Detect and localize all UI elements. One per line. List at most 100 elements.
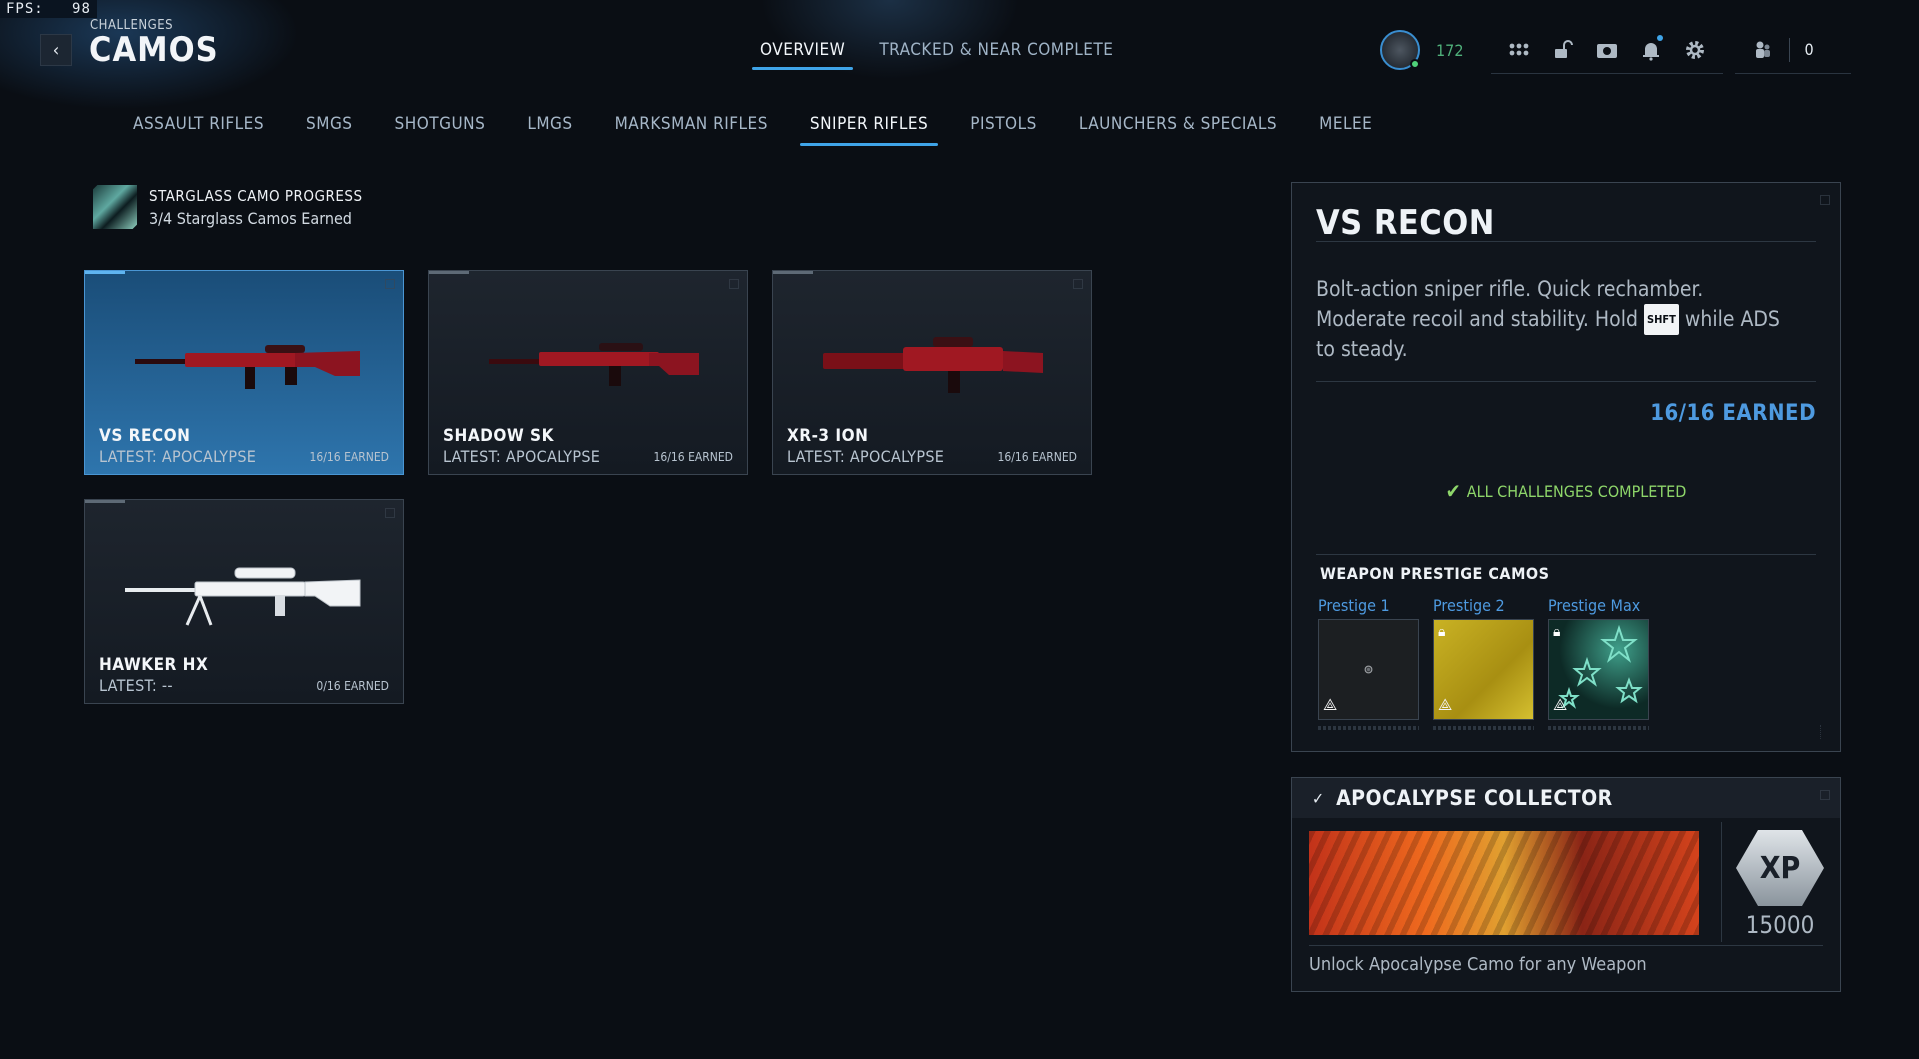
corner-mark — [385, 279, 395, 289]
friends-group[interactable]: 0 — [1735, 26, 1852, 74]
detail-earned: 16/16 EARNED — [1650, 401, 1816, 426]
scroll-grip — [1820, 725, 1830, 739]
player-level: 172 — [1436, 40, 1464, 60]
tab-sniper-rifles[interactable]: SNIPER RIFLES — [799, 114, 939, 146]
sniper-rifle-image — [135, 345, 360, 389]
weapon-card-hawker-hx[interactable]: HAWKER HX LATEST: -- 0/16 EARNED — [84, 499, 404, 704]
completion-status: ✔ ALL CHALLENGES COMPLETED — [1445, 479, 1687, 503]
weapon-earned: 16/16 EARNED — [653, 450, 733, 464]
friends-icon — [1751, 38, 1775, 62]
detail-title: VS RECON — [1316, 203, 1495, 243]
back-button[interactable]: ‹ — [40, 34, 72, 66]
camo-swatch: 🔒︎ ⟁ — [1548, 619, 1649, 720]
starglass-title: STARGLASS CAMO PROGRESS — [149, 186, 363, 205]
weapon-card-xr3-ion[interactable]: XR-3 ION LATEST: APOCALYPSE 16/16 EARNED — [772, 270, 1092, 475]
bell-icon[interactable] — [1639, 34, 1664, 62]
camo-swatch: 🔒︎ ⟁ — [1433, 619, 1534, 720]
divider — [1309, 945, 1823, 946]
sniper-rifle-image — [823, 337, 1043, 393]
card-progress-strip — [429, 271, 469, 274]
tab-launchers-specials[interactable]: LAUNCHERS & SPECIALS — [1079, 114, 1277, 146]
corner-mark — [1820, 790, 1830, 800]
utility-icons — [1491, 26, 1724, 74]
weapon-name: HAWKER HX — [99, 655, 209, 675]
weapon-name: SHADOW SK — [443, 426, 554, 446]
tab-melee[interactable]: MELEE — [1319, 114, 1372, 146]
achievement-header: ✓ APOCALYPSE COLLECTOR — [1292, 778, 1840, 818]
tab-assault-rifles[interactable]: ASSAULT RIFLES — [133, 114, 264, 146]
card-progress-strip — [85, 500, 125, 503]
divider — [1316, 554, 1816, 555]
friends-count: 0 — [1804, 40, 1814, 59]
corner-mark — [385, 508, 395, 518]
prestige-camo-max[interactable]: Prestige Max 🔒︎ ⟁ — [1548, 596, 1649, 730]
divider — [1316, 241, 1816, 242]
prestige-camo-2[interactable]: Prestige 2 🔒︎ ⟁ — [1433, 596, 1534, 730]
weapon-card-shadow-sk[interactable]: SHADOW SK LATEST: APOCALYPSE 16/16 EARNE… — [428, 270, 748, 475]
tab-lmgs[interactable]: LMGS — [527, 114, 572, 146]
lock-icon: 🔒︎ — [1438, 624, 1446, 640]
store-icon[interactable] — [1595, 38, 1619, 62]
prestige-camo-1[interactable]: Prestige 1 ⟁ — [1318, 596, 1419, 730]
checkmark-icon: ✓ — [1312, 788, 1325, 808]
unlock-icon[interactable] — [1551, 38, 1575, 62]
player-avatar[interactable] — [1380, 30, 1420, 70]
divider — [1721, 822, 1722, 942]
tab-pistols[interactable]: PISTOLS — [970, 114, 1037, 146]
tab-smgs[interactable]: SMGS — [306, 114, 352, 146]
checkmark-icon: ✔ — [1445, 479, 1461, 503]
sniper-rifle-image — [125, 567, 361, 626]
prestige-logo-icon: ⟁ — [1438, 695, 1453, 714]
prestige-camos-title: WEAPON PRESTIGE CAMOS — [1320, 564, 1550, 583]
prestige-camos: Prestige 1 ⟁ Prestige 2 🔒︎ ⟁ Prestige Ma… — [1318, 596, 1649, 730]
sniper-rifle-image — [489, 343, 699, 386]
shift-key-icon: SHFT — [1643, 304, 1679, 335]
weapon-latest-camo: LATEST: APOCALYPSE — [443, 447, 601, 466]
corner-mark — [1073, 279, 1083, 289]
fps-counter: FPS: 98 — [0, 0, 97, 18]
card-progress-strip — [773, 271, 813, 274]
weapon-latest-camo: LATEST: APOCALYPSE — [99, 447, 257, 466]
corner-mark — [729, 279, 739, 289]
tab-marksman-rifles[interactable]: MARKSMAN RIFLES — [615, 114, 768, 146]
category-tabs: ASSAULT RIFLES SMGS SHOTGUNS LMGS MARKSM… — [133, 114, 1372, 146]
weapon-earned: 16/16 EARNED — [309, 450, 389, 464]
starglass-subtitle: 3/4 Starglass Camos Earned — [149, 208, 352, 228]
weapon-description: Bolt-action sniper rifle. Quick rechambe… — [1316, 277, 1780, 361]
camo-swatch: ⟁ — [1318, 619, 1419, 720]
achievement-panel: ✓ APOCALYPSE COLLECTOR XP 15000 Unlock A… — [1291, 777, 1841, 992]
chevron-left-icon: ‹ — [52, 39, 60, 61]
tab-shotguns[interactable]: SHOTGUNS — [395, 114, 486, 146]
divider — [1316, 381, 1816, 382]
weapon-card-vs-recon[interactable]: VS RECON LATEST: APOCALYPSE 16/16 EARNED — [84, 270, 404, 475]
starglass-progress: STARGLASS CAMO PROGRESS 3/4 Starglass Ca… — [93, 185, 363, 229]
weapon-latest-camo: LATEST: -- — [99, 676, 173, 695]
weapon-detail-panel: VS RECON Bolt-action sniper rifle. Quick… — [1291, 182, 1841, 752]
card-progress-strip — [85, 271, 125, 274]
weapon-name: VS RECON — [99, 426, 191, 446]
gear-icon[interactable] — [1683, 38, 1707, 62]
xp-badge-icon: XP — [1736, 830, 1824, 906]
divider — [1789, 37, 1791, 62]
xp-reward: 15000 — [1745, 911, 1815, 939]
online-indicator — [1410, 59, 1420, 69]
tab-tracked[interactable]: TRACKED & NEAR COMPLETE — [879, 40, 1113, 70]
weapon-latest-camo: LATEST: APOCALYPSE — [787, 447, 945, 466]
apps-grid-icon[interactable] — [1507, 38, 1531, 62]
prestige-progress — [1433, 726, 1534, 730]
top-right-bar: 172 0 — [1380, 26, 1852, 74]
prestige-progress — [1548, 726, 1649, 730]
notification-dot — [1657, 34, 1664, 41]
prestige-logo-icon: ⟁ — [1323, 695, 1338, 714]
prestige-logo-icon: ⟁ — [1553, 695, 1568, 714]
page-title: CAMOS — [89, 30, 219, 70]
corner-mark — [1820, 195, 1830, 205]
weapon-earned: 0/16 EARNED — [316, 679, 389, 693]
prestige-progress — [1318, 726, 1419, 730]
lock-icon: 🔒︎ — [1553, 624, 1561, 640]
apocalypse-camo-art — [1309, 831, 1699, 935]
starglass-camo-icon — [93, 185, 137, 229]
achievement-description: Unlock Apocalypse Camo for any Weapon — [1309, 954, 1647, 975]
tab-overview[interactable]: OVERVIEW — [751, 40, 854, 70]
weapon-earned: 16/16 EARNED — [997, 450, 1077, 464]
